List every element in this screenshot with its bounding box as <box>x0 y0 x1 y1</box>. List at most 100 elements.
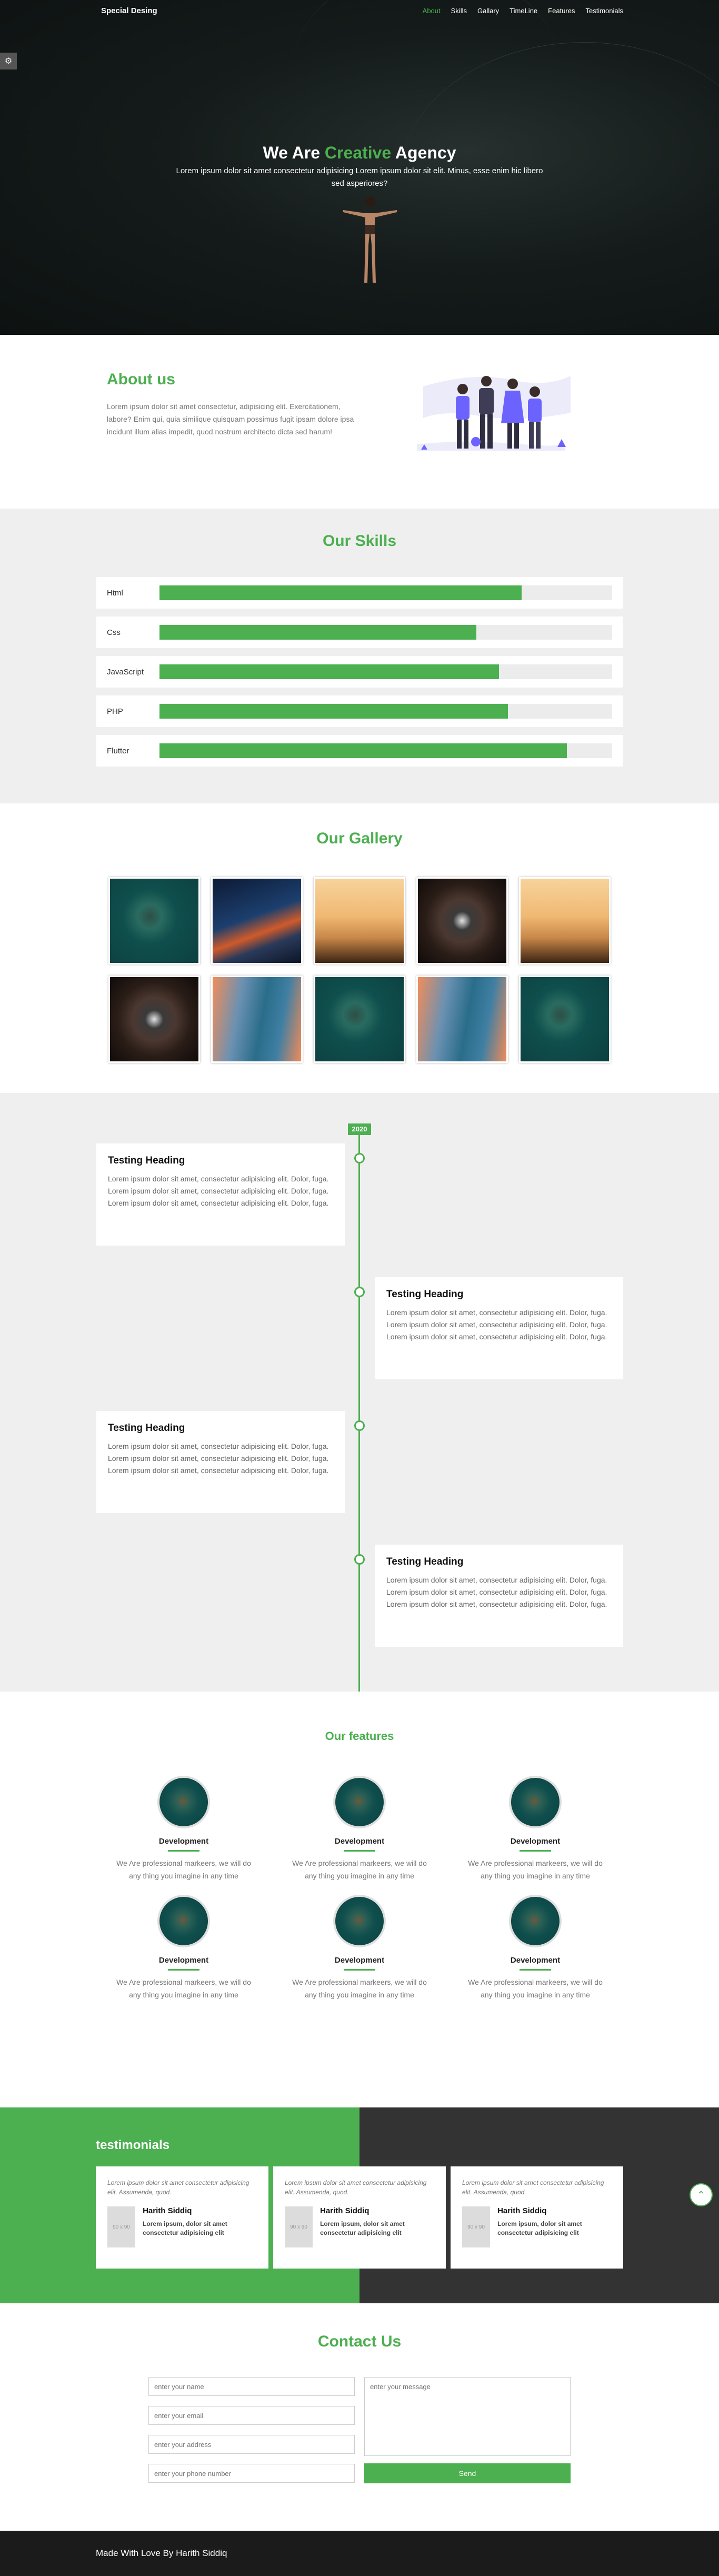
gallery-image[interactable] <box>108 976 200 1063</box>
settings-toggle-button[interactable]: ⚙ <box>0 53 17 69</box>
feature-card: Development We Are professional markeers,… <box>447 1895 623 2001</box>
feature-text: We Are professional markeers, we will do… <box>116 1978 251 1999</box>
about-section: About us Lorem ipsum dolor sit amet cons… <box>0 335 719 509</box>
top-navbar: Special Desing About Skills Gallary TimeLin… <box>0 0 719 21</box>
feature-title: Development <box>158 1956 209 1965</box>
gallery-section: Our Gallery <box>0 803 719 1093</box>
skill-name: JavaScript <box>107 667 144 677</box>
timeline-dot <box>354 1554 365 1565</box>
send-button[interactable]: Send <box>364 2463 571 2483</box>
gallery-image[interactable] <box>314 877 405 964</box>
avatar: 90 x 90 <box>285 2206 313 2247</box>
gallery-image[interactable] <box>108 877 200 964</box>
feature-image <box>509 1895 562 1947</box>
testimonial-card: Lorem ipsum dolor sit amet consectetur a… <box>451 2166 623 2269</box>
skills-title: Our Skills <box>322 532 397 550</box>
testimonial-person: 90 x 90 Harith Siddiq Lorem ipsum, dolor s… <box>462 2206 612 2247</box>
testimonials-row: Lorem ipsum dolor sit amet consectetur a… <box>96 2166 623 2269</box>
nav-link-timeline[interactable]: TimeLine <box>510 7 537 15</box>
phone-field[interactable] <box>148 2464 355 2483</box>
timeline-section: 2020 Testing Heading Lorem ipsum dolor si… <box>0 1093 719 1700</box>
feature-card: Development We Are professional markeers,… <box>447 1776 623 1882</box>
testimonial-name: Harith Siddiq <box>143 2206 192 2215</box>
skills-section: Our Skills Html Css JavaScript PHP Flutter <box>0 509 719 803</box>
feature-underline <box>344 1850 375 1852</box>
gallery-image[interactable] <box>416 976 508 1063</box>
testimonial-person: 90 x 90 Harith Siddiq Lorem ipsum, dolor s… <box>285 2206 434 2247</box>
timeline-dot <box>354 1287 365 1297</box>
feature-card: Development We Are professional markeers,… <box>272 1895 447 2001</box>
feature-underline <box>344 1969 375 1971</box>
nav-link-gallary[interactable]: Gallary <box>477 7 499 15</box>
features-title: Our features <box>325 1729 394 1743</box>
skill-name: Css <box>107 628 121 637</box>
feature-underline <box>168 1850 199 1852</box>
skill-progress-fill <box>159 664 499 679</box>
feature-text: We Are professional markeers, we will do… <box>116 1859 251 1880</box>
contact-section: Contact Us Send <box>0 2303 719 2531</box>
testimonial-info: Harith Siddiq Lorem ipsum, dolor sit amet… <box>135 2206 257 2247</box>
gallery-image[interactable] <box>211 877 303 964</box>
testimonial-desc: Lorem ipsum, dolor sit amet consectetur … <box>143 2220 227 2236</box>
gallery-image[interactable] <box>519 877 611 964</box>
timeline-text: Lorem ipsum dolor sit amet, consectetur … <box>386 1576 607 1608</box>
contact-title: Contact Us <box>317 2333 402 2350</box>
timeline-text: Lorem ipsum dolor sit amet, consectetur … <box>386 1308 607 1341</box>
hero-title: We Are Creative Agency <box>263 143 456 162</box>
timeline-card: Testing Heading Lorem ipsum dolor sit ame… <box>96 1411 345 1513</box>
avatar: 90 x 90 <box>462 2206 491 2247</box>
gallery-image[interactable] <box>211 976 303 1063</box>
nav-link-about[interactable]: About <box>423 7 441 15</box>
nav-link-testimonials[interactable]: Testimonials <box>585 7 623 15</box>
gallery-grid <box>108 877 611 1063</box>
feature-image <box>333 1776 386 1828</box>
feature-title: Development <box>510 1956 561 1965</box>
skill-progress-fill <box>159 585 522 600</box>
skill-progress-bar <box>159 664 612 679</box>
skill-row: Flutter <box>96 735 623 767</box>
skill-progress-bar <box>159 704 612 719</box>
testimonial-info: Harith Siddiq Lorem ipsum, dolor sit amet… <box>490 2206 612 2247</box>
email-field[interactable] <box>148 2406 355 2425</box>
testimonial-info: Harith Siddiq Lorem ipsum, dolor sit amet… <box>313 2206 434 2247</box>
timeline-card: Testing Heading Lorem ipsum dolor sit ame… <box>375 1545 623 1647</box>
skill-row: JavaScript <box>96 656 623 688</box>
scroll-to-top-button[interactable]: ⌃ <box>690 2183 713 2206</box>
skill-progress-fill <box>159 743 567 758</box>
testimonial-card: Lorem ipsum dolor sit amet consectetur a… <box>96 2166 268 2269</box>
skill-progress-bar <box>159 743 612 758</box>
testimonial-card: Lorem ipsum dolor sit amet consectetur a… <box>273 2166 446 2269</box>
feature-underline <box>168 1969 199 1971</box>
brand-logo[interactable]: Special Desing <box>101 6 157 15</box>
feature-underline <box>520 1850 551 1852</box>
address-field[interactable] <box>148 2435 355 2454</box>
nav-link-features[interactable]: Features <box>548 7 575 15</box>
testimonials-title: testimonials <box>96 2138 170 2152</box>
feature-card: Development We Are professional markeers,… <box>272 1776 447 1882</box>
skill-progress-bar <box>159 585 612 600</box>
testimonial-quote: Lorem ipsum dolor sit amet consectetur a… <box>107 2179 249 2196</box>
skill-name: PHP <box>107 707 123 716</box>
skill-name: Flutter <box>107 746 129 755</box>
feature-title: Development <box>158 1837 209 1846</box>
feature-image <box>333 1895 386 1947</box>
gallery-image[interactable] <box>519 976 611 1063</box>
gallery-image[interactable] <box>314 976 405 1063</box>
timeline-dot <box>354 1420 365 1431</box>
testimonial-desc: Lorem ipsum, dolor sit amet consectetur … <box>497 2220 582 2236</box>
testimonial-desc: Lorem ipsum, dolor sit amet consectetur … <box>320 2220 405 2236</box>
feature-underline <box>520 1969 551 1971</box>
feature-text: We Are professional markeers, we will do… <box>468 1859 603 1880</box>
message-field[interactable] <box>364 2377 571 2456</box>
timeline-heading: Testing Heading <box>386 1556 464 1567</box>
skill-progress-fill <box>159 704 508 719</box>
feature-text: We Are professional markeers, we will do… <box>292 1859 427 1880</box>
name-field[interactable] <box>148 2377 355 2396</box>
feature-title: Development <box>334 1956 385 1965</box>
gallery-image[interactable] <box>416 877 508 964</box>
feature-text: We Are professional markeers, we will do… <box>468 1978 603 1999</box>
testimonial-person: 90 x 90 Harith Siddiq Lorem ipsum, dolor s… <box>107 2206 257 2247</box>
features-grid: Development We Are professional markeers,… <box>96 1776 623 2001</box>
timeline-text: Lorem ipsum dolor sit amet, consectetur … <box>108 1175 329 1207</box>
nav-link-skills[interactable]: Skills <box>451 7 467 15</box>
